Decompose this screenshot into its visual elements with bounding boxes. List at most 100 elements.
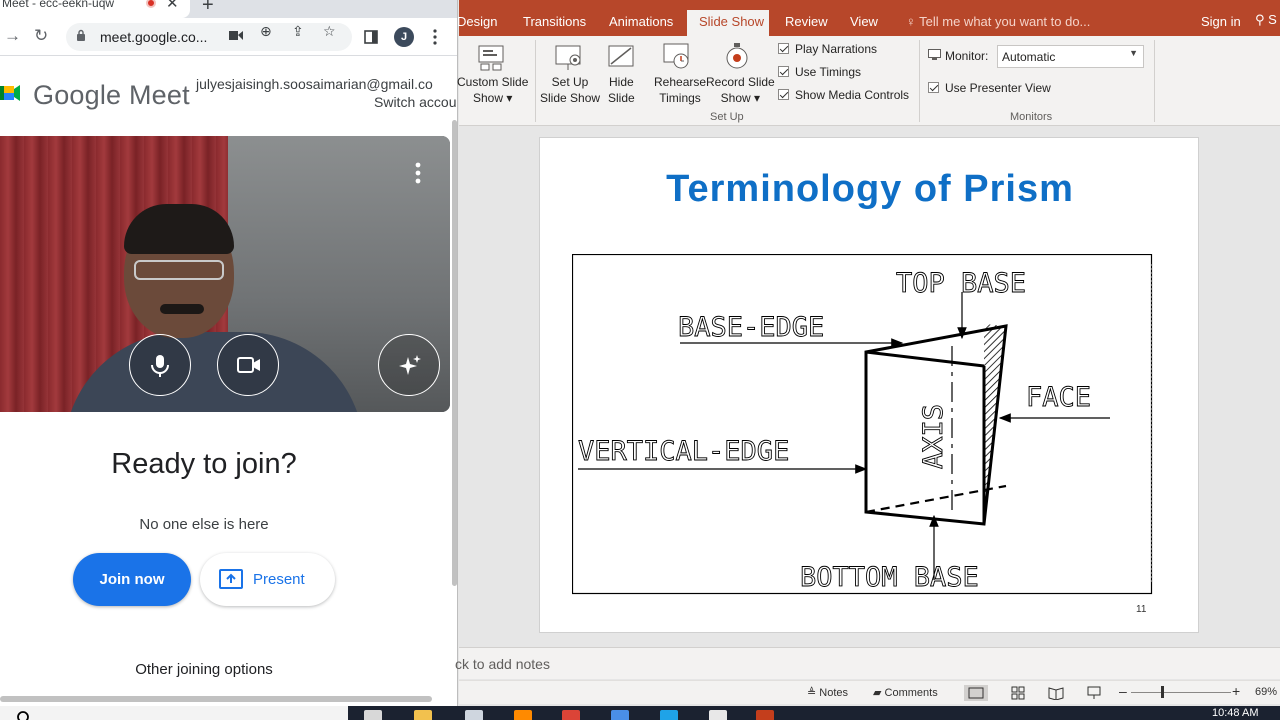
tab-view[interactable]: View [850, 14, 878, 29]
tab-review[interactable]: Review [785, 14, 828, 29]
notes-placeholder: ck to add notes [455, 656, 550, 672]
skype-icon[interactable] [660, 710, 678, 720]
participants-status: No one else is here [139, 516, 269, 533]
rehearse-timings-icon [663, 43, 689, 69]
slide-show-view-icon[interactable] [1087, 686, 1101, 700]
present-button[interactable]: Present [200, 553, 335, 606]
lightbulb-icon: ♀ [906, 14, 920, 29]
use-presenter-view-label: Use Presenter View [945, 81, 1051, 95]
settings-icon[interactable] [709, 710, 727, 720]
zoom-out-button[interactable]: – [1119, 683, 1127, 699]
tell-me-search[interactable]: ♀ Tell me what you want to do... [906, 14, 1090, 29]
chrome-icon[interactable] [562, 710, 580, 720]
tab-animations[interactable]: Animations [609, 14, 673, 29]
slide[interactable]: Terminology of Prism TOP BASE BASE-EDGE … [539, 137, 1199, 633]
store-icon[interactable] [465, 710, 483, 720]
set-up-slide-show-icon [555, 45, 581, 70]
diagram-frame [572, 254, 1153, 595]
monitor-label: Monitor: [945, 49, 989, 63]
sign-in-button[interactable]: Sign in [1201, 14, 1241, 29]
tab-slide-show[interactable]: Slide Show [687, 10, 769, 37]
browser-tab[interactable]: Meet - ecc-eekn-uqw ✕ [0, 0, 190, 18]
monitors-group-label: Monitors [1010, 111, 1053, 123]
side-panel-icon[interactable] [364, 30, 378, 44]
firefox-icon[interactable] [514, 710, 532, 720]
comments-toggle-button[interactable]: ▰ Comments [873, 686, 938, 699]
ribbon-panel: Custom Slide Show ▾ Set Up Slide Show Hi… [457, 36, 1280, 126]
hide-slide-icon [608, 45, 634, 67]
mail-icon[interactable] [611, 710, 629, 720]
camera-toggle-button[interactable] [217, 334, 279, 396]
taskbar-clock: 10:48 AM [1212, 707, 1259, 719]
powerpoint-taskbar-icon[interactable] [756, 710, 774, 720]
hide-slide-button[interactable]: Hide Slide [608, 74, 635, 106]
zoom-icon[interactable]: ⊕ [260, 23, 272, 40]
person-mustache [160, 304, 204, 314]
tab-close-icon[interactable]: ✕ [166, 0, 179, 12]
monitor-selected-value: Automatic [1002, 50, 1056, 64]
show-media-controls-checkbox[interactable]: Show Media Controls [778, 88, 909, 102]
normal-view-icon[interactable] [964, 685, 988, 701]
zoom-slider-thumb[interactable] [1161, 686, 1164, 698]
ribbon-tab-bar: Design Transitions Animations Slide Show… [457, 0, 1280, 37]
horizontal-scrollbar[interactable] [0, 696, 432, 702]
address-bar[interactable]: meet.google.co... [66, 23, 352, 51]
label-face: FACE [1026, 382, 1091, 413]
windows-taskbar: 10:48 AM [0, 706, 1280, 720]
tab-transitions[interactable]: Transitions [523, 14, 586, 29]
more-options-icon[interactable] [412, 162, 424, 184]
zoom-in-button[interactable]: + [1232, 683, 1240, 699]
record-slide-show-button[interactable]: Record Slide Show ▾ [706, 74, 775, 106]
use-presenter-view-checkbox[interactable]: Use Presenter View [928, 81, 1051, 95]
dropdown-arrow-icon: ▼ [1129, 48, 1138, 58]
zoom-level[interactable]: 69% [1255, 686, 1277, 698]
rehearse-timings-line2: Timings [659, 91, 701, 105]
ribbon-separator [1154, 40, 1155, 122]
custom-slide-show-icon [478, 45, 504, 71]
file-explorer-icon[interactable] [414, 710, 432, 720]
meet-header: Google Meet julyesjaisingh.soosaimarian@… [0, 56, 457, 134]
monitor-dropdown[interactable]: Automatic ▼ [997, 45, 1144, 68]
bookmark-star-icon[interactable]: ☆ [323, 23, 336, 40]
record-slide-show-icon [726, 43, 748, 69]
checkbox-checked-icon [778, 66, 789, 77]
notes-toggle-button[interactable]: ≜ Notes [807, 686, 848, 699]
new-tab-button[interactable]: + [202, 0, 214, 17]
label-vertical-edge: VERTICAL-EDGE [578, 436, 789, 467]
browser-window: Meet - ecc-eekn-uqw ✕ + → ↻ meet.google.… [0, 0, 458, 708]
camera-blocked-icon[interactable] [229, 30, 243, 42]
slide-sorter-view-icon[interactable] [1011, 686, 1025, 700]
tab-design[interactable]: Design [457, 14, 497, 29]
video-camera-icon [237, 357, 260, 373]
play-narrations-checkbox[interactable]: Play Narrations [778, 42, 877, 56]
join-now-button[interactable]: Join now [73, 553, 191, 606]
vertical-scrollbar[interactable] [452, 120, 457, 586]
label-base-edge: BASE-EDGE [678, 312, 824, 343]
switch-account-link[interactable]: Switch accou [374, 94, 456, 110]
notes-pane[interactable]: ck to add notes [455, 647, 1280, 679]
share-button[interactable]: ⚲ S [1255, 12, 1277, 28]
notes-icon: ≜ [807, 687, 820, 699]
tab-strip: Meet - ecc-eekn-uqw ✕ + [0, 0, 457, 18]
url-text: meet.google.co... [100, 29, 208, 45]
rehearse-timings-button[interactable]: Rehearse Timings [654, 74, 706, 106]
profile-avatar[interactable]: J [394, 27, 414, 47]
custom-slide-show-button[interactable]: Custom Slide Show ▾ [457, 74, 528, 106]
reload-icon[interactable]: ↻ [34, 26, 48, 46]
share-icon[interactable]: ⇪ [292, 23, 304, 40]
reading-view-icon[interactable] [1048, 686, 1064, 700]
forward-arrow-icon[interactable]: → [4, 26, 21, 46]
taskbar-search-box[interactable] [0, 706, 348, 720]
set-up-slide-show-button[interactable]: Set Up Slide Show [540, 74, 600, 106]
microphone-toggle-button[interactable] [129, 334, 191, 396]
browser-menu-icon[interactable] [433, 29, 437, 45]
label-top-base: TOP BASE [896, 268, 1026, 299]
task-view-icon[interactable] [364, 710, 382, 720]
share-label: S [1268, 12, 1277, 27]
visual-effects-button[interactable] [378, 334, 440, 396]
other-joining-options-link[interactable]: Other joining options [0, 661, 408, 678]
search-icon [17, 711, 29, 720]
use-timings-checkbox[interactable]: Use Timings [778, 65, 861, 79]
ribbon-separator [535, 40, 536, 122]
zoom-slider[interactable] [1131, 692, 1231, 693]
